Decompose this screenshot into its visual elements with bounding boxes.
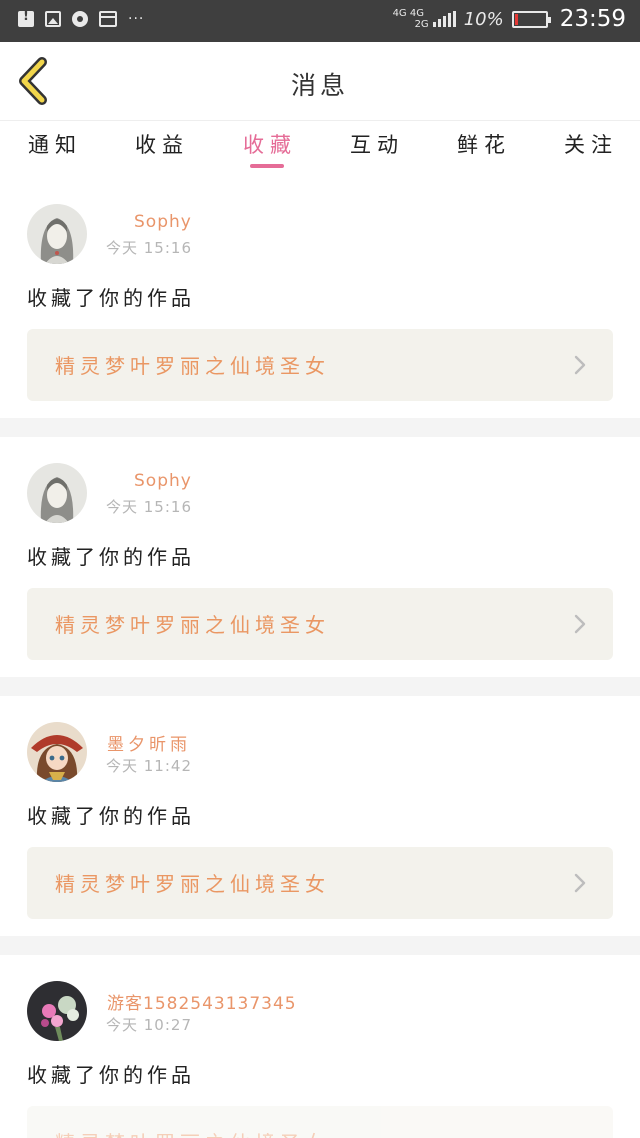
list-item: Sophy 今天 15:16 收藏了你的作品 精灵梦叶罗丽之仙境圣女 xyxy=(0,437,640,677)
tab-favorites[interactable]: 收藏 xyxy=(227,129,307,159)
page-title: 消息 xyxy=(290,71,349,100)
avatar[interactable] xyxy=(27,463,87,523)
work-title: 精灵梦叶罗丽之仙境圣女 xyxy=(55,613,330,637)
username[interactable]: 游客1582543137345 xyxy=(107,989,297,1014)
tab-notifications[interactable]: 通知 xyxy=(12,129,92,159)
anime-girl-avatar xyxy=(27,722,87,782)
list-item: 游客1582543137345 今天 10:27 收藏了你的作品 精灵梦叶罗丽之… xyxy=(0,955,640,1138)
username[interactable]: 墨夕昕雨 xyxy=(107,730,191,755)
alert-icon xyxy=(18,9,34,27)
timestamp: 今天 15:16 xyxy=(106,239,192,257)
username[interactable]: Sophy xyxy=(134,471,192,491)
battery-icon xyxy=(511,10,551,28)
image-icon xyxy=(45,11,61,27)
more-notifications-icon: ··· xyxy=(128,11,145,27)
sketch-girl-avatar xyxy=(27,204,87,264)
action-text: 收藏了你的作品 xyxy=(27,1063,195,1087)
sketch-girl-avatar xyxy=(27,463,87,523)
list-item: 墨夕昕雨 今天 11:42 收藏了你的作品 精灵梦叶罗丽之仙境圣女 xyxy=(0,696,640,936)
work-link[interactable]: 精灵梦叶罗丽之仙境圣女 xyxy=(27,329,613,401)
work-title: 精灵梦叶罗丽之仙境圣女 xyxy=(55,1127,330,1138)
work-link[interactable]: 精灵梦叶罗丽之仙境圣女 xyxy=(27,847,613,919)
clock: 23:59 xyxy=(559,6,626,32)
action-text: 收藏了你的作品 xyxy=(27,545,195,569)
work-link[interactable]: 精灵梦叶罗丽之仙境圣女 xyxy=(27,588,613,660)
list-item: Sophy 今天 15:16 收藏了你的作品 精灵梦叶罗丽之仙境圣女 xyxy=(0,178,640,418)
timestamp: 今天 10:27 xyxy=(106,1016,192,1034)
chevron-right-icon xyxy=(574,355,586,375)
message-tabs: 通知 收益 收藏 互动 鲜花 关注 xyxy=(0,120,640,178)
chevron-right-icon xyxy=(574,614,586,634)
active-tab-indicator xyxy=(250,164,284,168)
work-title: 精灵梦叶罗丽之仙境圣女 xyxy=(55,872,330,896)
battery-level xyxy=(514,13,518,25)
flowers-avatar xyxy=(27,981,87,1041)
notification-icons: ··· xyxy=(18,9,145,27)
status-bar: ··· 4G 4G 2G 10% 23:59 xyxy=(0,0,640,42)
avatar[interactable] xyxy=(27,722,87,782)
work-title: 精灵梦叶罗丽之仙境圣女 xyxy=(55,354,330,378)
app-header: 消息 xyxy=(0,42,640,120)
battery-percent: 10% xyxy=(463,8,504,30)
calendar-icon xyxy=(99,11,117,27)
sync-icon xyxy=(72,11,88,27)
tab-flowers[interactable]: 鲜花 xyxy=(441,129,521,159)
tab-interactions[interactable]: 互动 xyxy=(334,129,414,159)
avatar[interactable] xyxy=(27,204,87,264)
username[interactable]: Sophy xyxy=(134,212,192,232)
signal-icon xyxy=(432,11,456,27)
tab-earnings[interactable]: 收益 xyxy=(119,129,199,159)
timestamp: 今天 15:16 xyxy=(106,498,192,516)
timestamp: 今天 11:42 xyxy=(106,757,192,775)
network-type: 4G 4G 2G xyxy=(392,8,429,30)
action-text: 收藏了你的作品 xyxy=(27,804,195,828)
chevron-right-icon xyxy=(574,873,586,893)
tab-following[interactable]: 关注 xyxy=(548,129,628,159)
work-link[interactable]: 精灵梦叶罗丽之仙境圣女 xyxy=(27,1106,613,1138)
avatar[interactable] xyxy=(27,981,87,1041)
action-text: 收藏了你的作品 xyxy=(27,286,195,310)
